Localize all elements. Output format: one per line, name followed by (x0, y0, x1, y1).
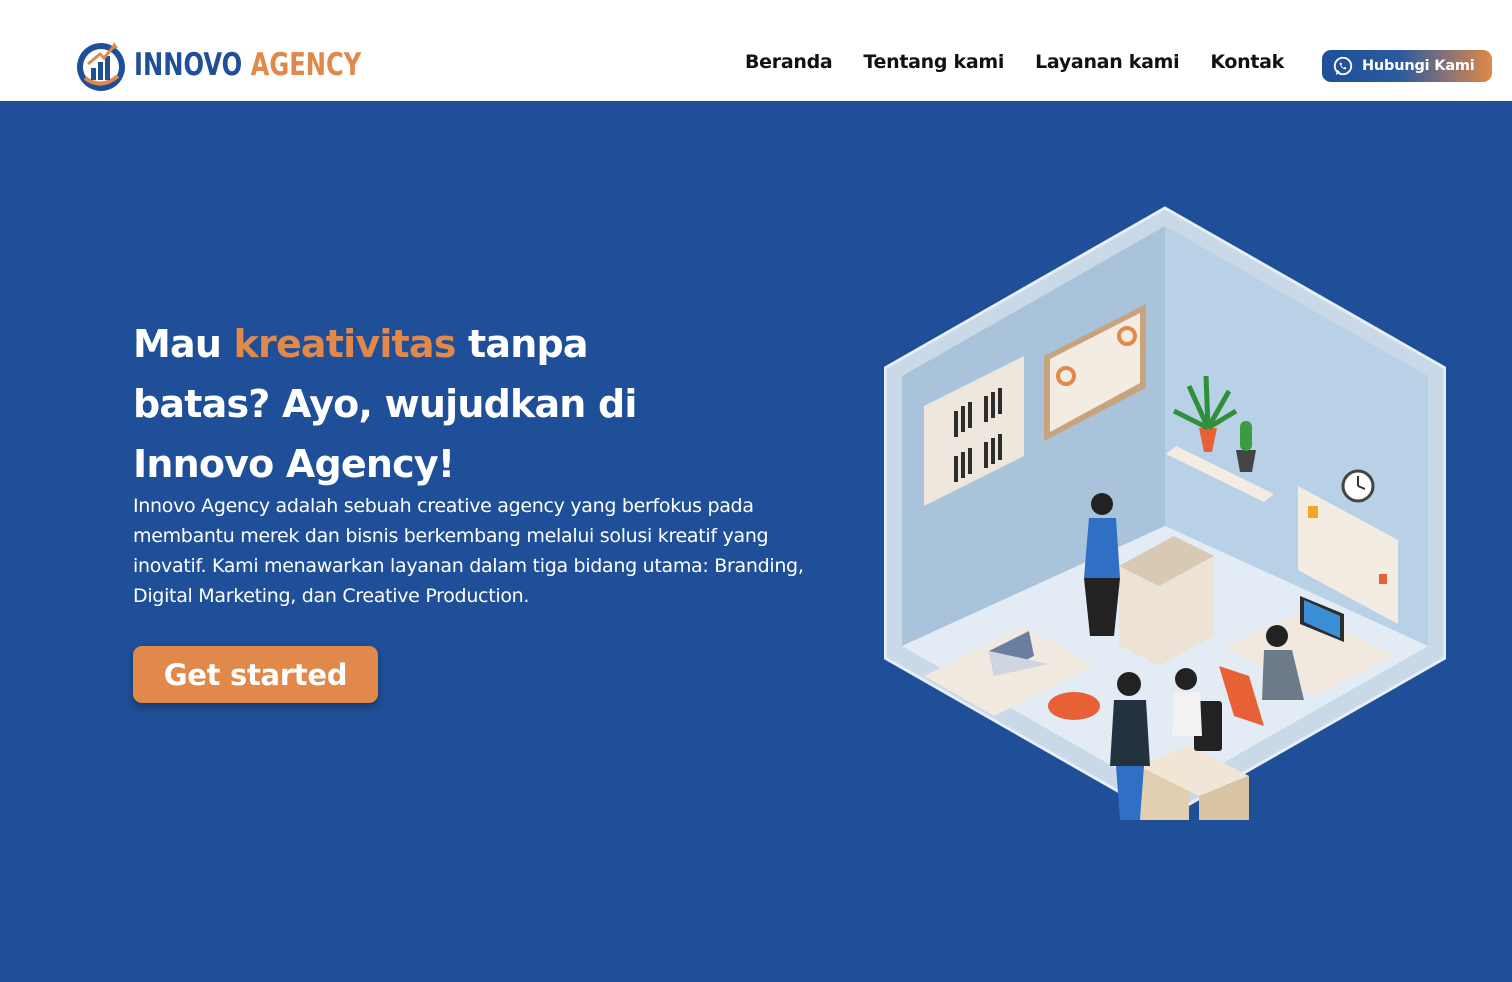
headline-lead: Mau (133, 322, 234, 366)
hero-headline: Mau kreativitas tanpa batas? Ayo, wujudk… (133, 314, 693, 494)
headline-highlight: kreativitas (233, 322, 457, 366)
brand-name-primary: INNOVO (134, 47, 243, 83)
contact-button-label: Hubungi Kami (1362, 58, 1475, 74)
hero-description: Innovo Agency adalah sebuah creative age… (133, 495, 804, 607)
whatsapp-icon (1333, 56, 1353, 76)
brand-logo[interactable]: INNOVO AGENCY (74, 38, 425, 92)
get-started-button[interactable]: Get started (133, 646, 378, 703)
brand-wordmark: INNOVO AGENCY (134, 47, 361, 83)
hero-section: Mau kreativitas tanpa batas? Ayo, wujudk… (0, 101, 1512, 982)
nav-item-beranda[interactable]: Beranda (745, 51, 833, 73)
nav-item-tentang-kami[interactable]: Tentang kami (863, 51, 1004, 73)
nav-item-layanan-kami[interactable]: Layanan kami (1035, 51, 1180, 73)
contact-button[interactable]: Hubungi Kami (1322, 50, 1492, 82)
main-nav: Beranda Tentang kami Layanan kami Kontak (745, 51, 1315, 73)
office-illustration (884, 206, 1446, 820)
nav-item-kontak[interactable]: Kontak (1210, 51, 1284, 73)
logo-icon (77, 42, 125, 91)
site-header: INNOVO AGENCY Beranda Tentang kami Layan… (0, 0, 1512, 101)
brand-name-secondary: AGENCY (250, 47, 362, 83)
